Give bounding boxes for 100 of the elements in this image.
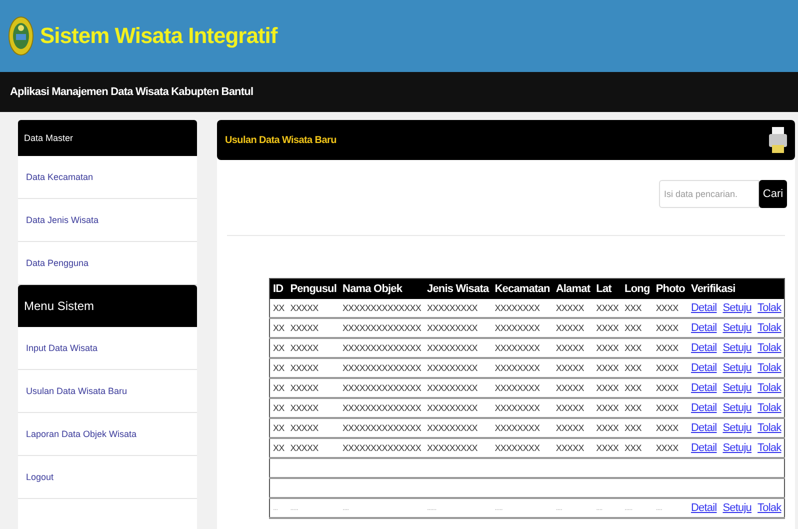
column-header: Pengusul bbox=[287, 278, 340, 299]
table-cell: XXXXX bbox=[552, 318, 594, 338]
table-cell: XXXX bbox=[652, 318, 688, 338]
table-cell: XXXXXXXXXXXXXX bbox=[340, 438, 424, 458]
column-header: Alamat bbox=[552, 278, 594, 299]
action-link[interactable]: Detail bbox=[691, 382, 717, 394]
table-cell: XXXXXXXX bbox=[492, 438, 553, 458]
action-link[interactable]: Tolak bbox=[758, 362, 782, 374]
table-cell: XXXXXXXXXXXXXX bbox=[340, 358, 424, 378]
table-cell: XXXXX bbox=[287, 398, 340, 418]
action-link[interactable]: Setuju bbox=[722, 382, 752, 394]
column-header: Nama Objek bbox=[340, 278, 424, 299]
action-link[interactable]: Setuju bbox=[722, 502, 752, 514]
sidebar-link[interactable]: Data Kecamatan bbox=[18, 156, 197, 199]
action-link[interactable]: Setuju bbox=[722, 362, 752, 374]
action-link[interactable]: Detail bbox=[691, 442, 717, 454]
column-header: Kecamatan bbox=[492, 278, 553, 299]
emblem-icon bbox=[8, 16, 34, 56]
action-link[interactable]: Detail bbox=[691, 402, 717, 414]
action-link[interactable]: Tolak bbox=[758, 422, 782, 434]
sidebar-link[interactable]: Laporan Data Objek Wisata bbox=[18, 413, 197, 456]
table-cell: XXXXX bbox=[552, 358, 594, 378]
sidebar-heading: Data Master bbox=[18, 120, 197, 156]
table-cell: XXXXX bbox=[287, 378, 340, 398]
action-link[interactable]: Detail bbox=[691, 342, 717, 354]
table-cell: XX bbox=[270, 398, 288, 418]
table-cell: XXXXX bbox=[552, 438, 594, 458]
table-cell: XXXX bbox=[652, 398, 688, 418]
app-title: Sistem Wisata Integratif bbox=[40, 23, 278, 49]
table-cell: XXXXXXXXX bbox=[424, 318, 492, 338]
search-button[interactable]: Cari bbox=[759, 180, 787, 208]
table-cell: XXXX bbox=[652, 358, 688, 378]
table-cell: XXXXX bbox=[287, 358, 340, 378]
table-cell: XXXX bbox=[652, 378, 688, 398]
column-header: Jenis Wisata bbox=[424, 278, 492, 299]
action-link[interactable]: Tolak bbox=[758, 502, 782, 514]
table-cell: XXX bbox=[622, 398, 653, 418]
table-cell: XXXXXXXX bbox=[492, 358, 553, 378]
table-cell: XX bbox=[270, 418, 288, 438]
action-link[interactable]: Tolak bbox=[758, 402, 782, 414]
action-link[interactable]: Setuju bbox=[722, 302, 752, 314]
column-header: Verifikasi bbox=[688, 278, 785, 299]
table-cell: XXX bbox=[622, 338, 653, 358]
column-header: Long bbox=[622, 278, 653, 299]
table-cell: XX bbox=[270, 338, 288, 358]
table-cell: XXXXX bbox=[287, 338, 340, 358]
panel-title: Usulan Data Wisata Baru bbox=[225, 134, 336, 146]
table-cell: XXXX bbox=[652, 338, 688, 358]
action-link[interactable]: Detail bbox=[691, 362, 717, 374]
table-cell: XX bbox=[270, 358, 288, 378]
action-link[interactable]: Detail bbox=[691, 322, 717, 334]
table-cell: XXXX bbox=[593, 299, 622, 318]
table-cell: XXXXX bbox=[287, 299, 340, 318]
action-link[interactable]: Tolak bbox=[758, 302, 782, 314]
table-cell: XXXX bbox=[593, 378, 622, 398]
table-cell: XXX bbox=[622, 358, 653, 378]
sidebar-heading: Menu Sistem bbox=[18, 285, 197, 327]
sidebar-link[interactable]: Data Pengguna bbox=[18, 242, 197, 285]
table-cell: XXXX bbox=[652, 299, 688, 318]
table-cell: XXXX bbox=[593, 418, 622, 438]
table-cell: XXXXXXXXX bbox=[424, 338, 492, 358]
action-link[interactable]: Setuju bbox=[722, 402, 752, 414]
action-link[interactable]: Tolak bbox=[758, 342, 782, 354]
table-cell: XXX bbox=[622, 318, 653, 338]
table-cell: XXXX bbox=[593, 398, 622, 418]
table-cell: XX bbox=[270, 438, 288, 458]
action-link[interactable]: Tolak bbox=[758, 442, 782, 454]
action-link[interactable]: Detail bbox=[691, 502, 717, 514]
table-cell: XXXXX bbox=[287, 418, 340, 438]
action-link[interactable]: Setuju bbox=[722, 442, 752, 454]
app-subtitle: Aplikasi Manajemen Data Wisata Kabupten Bantul bbox=[10, 86, 254, 98]
printer-icon[interactable] bbox=[769, 127, 787, 153]
table-cell: XXXXXXXXXXXXXX bbox=[340, 338, 424, 358]
table-cell: XXX bbox=[622, 418, 653, 438]
table-cell: XXXX bbox=[593, 338, 622, 358]
sidebar-link[interactable]: Data Jenis Wisata bbox=[18, 199, 197, 242]
table-cell: XXXX bbox=[652, 438, 688, 458]
table-cell: XXXXXXXX bbox=[492, 398, 553, 418]
table-cell: XX bbox=[270, 318, 288, 338]
table-cell: XXXXX bbox=[552, 418, 594, 438]
table-cell: XXXXX bbox=[287, 438, 340, 458]
action-link[interactable]: Setuju bbox=[722, 322, 752, 334]
sidebar-link[interactable]: Logout bbox=[18, 456, 197, 499]
table-cell: XX bbox=[270, 378, 288, 398]
sidebar-link[interactable]: Input Data Wisata bbox=[18, 327, 197, 370]
sidebar-link[interactable]: Usulan Data Wisata Baru bbox=[18, 370, 197, 413]
table-cell: XXXX bbox=[593, 358, 622, 378]
action-link[interactable]: Tolak bbox=[758, 322, 782, 334]
action-link[interactable]: Detail bbox=[691, 302, 717, 314]
table-cell: XXXXXXXXXXXXXX bbox=[340, 378, 424, 398]
table-cell: XXXXXXXX bbox=[492, 418, 553, 438]
table-cell: XXXXX bbox=[287, 318, 340, 338]
action-link[interactable]: Tolak bbox=[758, 382, 782, 394]
action-link[interactable]: Detail bbox=[691, 422, 717, 434]
search-field[interactable]: Isi data pencarian. bbox=[659, 180, 759, 208]
action-link[interactable]: Setuju bbox=[722, 422, 752, 434]
action-link[interactable]: Setuju bbox=[722, 342, 752, 354]
table-cell: XXXX bbox=[652, 418, 688, 438]
table-cell: XXX bbox=[622, 438, 653, 458]
table-cell: XXXXXXXX bbox=[492, 318, 553, 338]
